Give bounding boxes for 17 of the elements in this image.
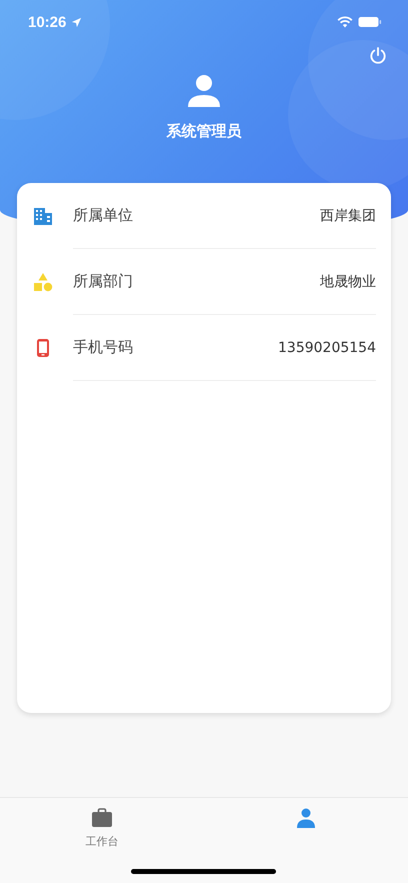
person-icon bbox=[295, 808, 317, 828]
field-value: 西岸集团 bbox=[320, 206, 376, 224]
status-time: 10:26 bbox=[28, 14, 66, 30]
wifi-icon bbox=[337, 16, 353, 28]
location-arrow-icon bbox=[71, 16, 82, 28]
person-icon bbox=[187, 74, 221, 108]
shapes-icon bbox=[33, 272, 53, 292]
battery-icon bbox=[358, 16, 382, 28]
field-value: 地晟物业 bbox=[320, 272, 376, 290]
field-label: 所属单位 bbox=[73, 206, 133, 225]
field-label: 所属部门 bbox=[73, 272, 133, 291]
building-icon bbox=[33, 206, 53, 226]
briefcase-icon bbox=[91, 808, 113, 828]
tab[interactable]: 工作台 bbox=[0, 798, 204, 850]
field-label: 手机号码 bbox=[73, 338, 133, 357]
field-value: 13590205154 bbox=[278, 340, 376, 356]
user-name: 系统管理员 bbox=[166, 122, 242, 141]
